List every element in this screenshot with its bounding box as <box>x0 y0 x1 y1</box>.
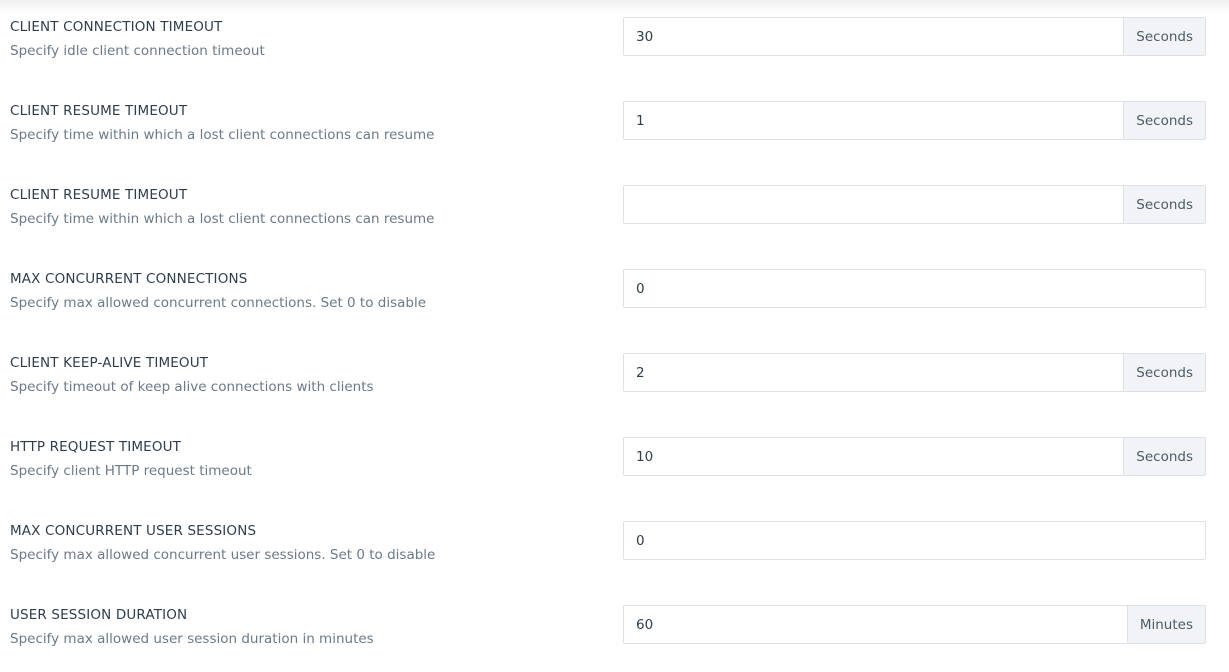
max-concurrent-connections-group <box>623 269 1206 308</box>
http-request-timeout-input[interactable] <box>623 437 1125 476</box>
setting-description: Specify time within which a lost client … <box>10 127 435 143</box>
client-connection-timeout-group: Seconds <box>623 17 1206 56</box>
setting-description: Specify time within which a lost client … <box>10 211 435 227</box>
client-resume-timeout-2-group: Seconds <box>623 185 1206 224</box>
unit-label: Seconds <box>1124 17 1206 56</box>
client-resume-timeout-group: Seconds <box>623 101 1206 140</box>
setting-title: CLIENT RESUME TIMEOUT <box>10 103 188 119</box>
user-session-duration-group: Minutes <box>623 605 1206 644</box>
client-connection-timeout-input[interactable] <box>623 17 1125 56</box>
max-concurrent-connections-input[interactable] <box>623 269 1206 308</box>
unit-label: Seconds <box>1124 185 1206 224</box>
client-keep-alive-timeout-group: Seconds <box>623 353 1206 392</box>
setting-row-client-resume-timeout-2: CLIENT RESUME TIMEOUT Specify time withi… <box>0 168 1229 252</box>
setting-title: CLIENT RESUME TIMEOUT <box>10 187 188 203</box>
max-concurrent-user-sessions-group <box>623 521 1206 560</box>
setting-description: Specify max allowed concurrent connectio… <box>10 295 427 311</box>
setting-title: MAX CONCURRENT CONNECTIONS <box>10 271 248 287</box>
setting-description: Specify idle client connection timeout <box>10 43 265 59</box>
setting-row-user-session-duration: USER SESSION DURATION Specify max allowe… <box>0 588 1229 672</box>
setting-description: Specify client HTTP request timeout <box>10 463 252 479</box>
setting-row-http-request-timeout: HTTP REQUEST TIMEOUT Specify client HTTP… <box>0 420 1229 504</box>
setting-title: MAX CONCURRENT USER SESSIONS <box>10 523 257 539</box>
user-session-duration-input[interactable] <box>623 605 1128 644</box>
setting-row-max-concurrent-connections: MAX CONCURRENT CONNECTIONS Specify max a… <box>0 252 1229 336</box>
unit-label: Seconds <box>1124 353 1206 392</box>
setting-row-client-keep-alive-timeout: CLIENT KEEP-ALIVE TIMEOUT Specify timeou… <box>0 336 1229 420</box>
setting-description: Specify timeout of keep alive connection… <box>10 379 374 395</box>
unit-label: Minutes <box>1127 605 1206 644</box>
setting-row-client-resume-timeout: CLIENT RESUME TIMEOUT Specify time withi… <box>0 84 1229 168</box>
client-resume-timeout-2-input[interactable] <box>623 185 1125 224</box>
setting-description: Specify max allowed concurrent user sess… <box>10 547 436 563</box>
setting-description: Specify max allowed user session duratio… <box>10 631 374 647</box>
setting-title: USER SESSION DURATION <box>10 607 188 623</box>
setting-title: CLIENT CONNECTION TIMEOUT <box>10 19 223 35</box>
client-keep-alive-timeout-input[interactable] <box>623 353 1125 392</box>
setting-title: CLIENT KEEP-ALIVE TIMEOUT <box>10 355 209 371</box>
http-request-timeout-group: Seconds <box>623 437 1206 476</box>
max-concurrent-user-sessions-input[interactable] <box>623 521 1206 560</box>
setting-row-max-concurrent-user-sessions: MAX CONCURRENT USER SESSIONS Specify max… <box>0 504 1229 588</box>
client-resume-timeout-input[interactable] <box>623 101 1125 140</box>
unit-label: Seconds <box>1124 437 1206 476</box>
setting-title: HTTP REQUEST TIMEOUT <box>10 439 182 455</box>
unit-label: Seconds <box>1124 101 1206 140</box>
setting-row-client-connection-timeout: CLIENT CONNECTION TIMEOUT Specify idle c… <box>0 0 1229 84</box>
